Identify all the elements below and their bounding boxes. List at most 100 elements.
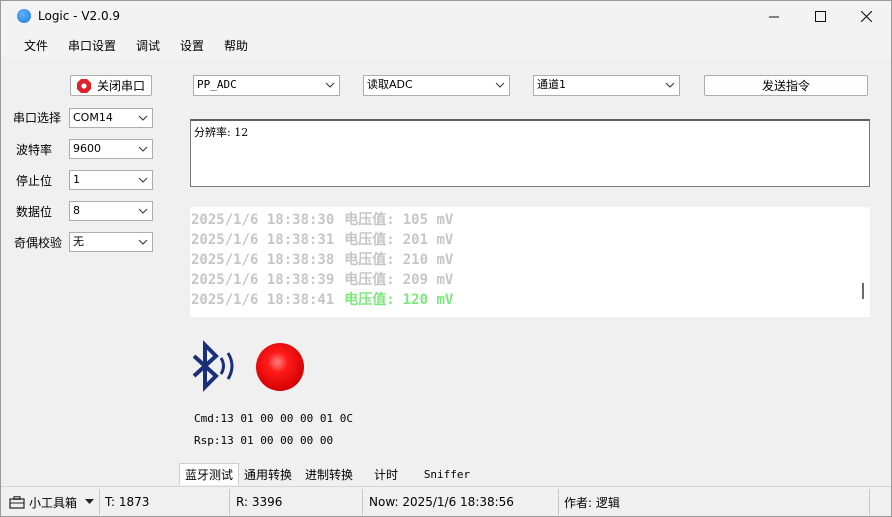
log-label: 电压值: [344,272,395,288]
status-led-icon [256,343,304,391]
tab-bluetooth-test[interactable]: 蓝牙测试 [179,463,239,485]
close-icon [860,11,872,22]
menu-help[interactable]: 帮助 [224,37,248,54]
data-bits-label: 数据位 [16,205,53,219]
log-row: 2025/1/6 18:38:31 电压值: 201 mV [190,230,856,250]
baud-select[interactable]: 9600 [69,139,153,159]
output-textbox[interactable]: 分辨率: 12 [190,119,870,187]
tab-sniffer[interactable]: Sniffer [414,463,480,485]
tab-label: 通用转换 [243,467,292,482]
toolbox-icon [9,495,25,509]
status-separator [869,489,870,515]
rx-count: R: 3396 [236,495,283,509]
log-label: 电压值: [344,292,395,308]
status-separator [558,489,559,515]
log-value: 105 mV [402,212,454,228]
log-label: 电压值: [344,232,395,248]
chevron-down-icon [325,76,335,94]
log-scrollbar[interactable] [856,207,870,317]
send-command-label: 发送指令 [761,79,810,93]
channel-value: 通道1 [537,78,566,91]
log-time: 2025/1/6 18:38:38 [191,252,335,268]
stop-bits-value: 1 [73,173,80,186]
log-time: 2025/1/6 18:38:39 [191,272,335,288]
baud-value: 9600 [73,142,101,155]
app-window: Logic - V2.0.9 文件 串口设置 调试 设置 帮助 关闭串口 串口选… [0,0,892,517]
device-value: PP_ADC [197,78,237,91]
parity-select[interactable]: 无 [69,232,153,252]
chevron-down-icon [138,171,148,189]
send-command-button[interactable]: 发送指令 [704,75,868,96]
close-window-button[interactable] [843,1,889,32]
status-bar: 小工具箱 T: 1873 R: 3396 Now: 2025/1/6 18:38… [1,486,891,516]
current-time: Now: 2025/1/6 18:38:56 [369,495,514,509]
chevron-down-icon [665,76,675,94]
status-separator [362,489,363,515]
menu-file[interactable]: 文件 [24,37,48,54]
toolbox-label: 小工具箱 [29,495,78,510]
parity-value: 无 [73,235,84,248]
maximize-button[interactable] [797,1,843,32]
chevron-down-icon [138,233,148,251]
stop-bits-select[interactable]: 1 [69,170,153,190]
menu-serial-settings[interactable]: 串口设置 [68,37,116,54]
data-bits-select[interactable]: 8 [69,201,153,221]
tab-timer[interactable]: 计时 [360,463,412,485]
cmd-text: Cmd:13 01 00 00 00 01 0C [194,412,353,425]
author-label: 作者: 逻辑 [564,495,620,510]
chevron-down-icon [138,202,148,220]
log-label: 电压值: [344,212,395,228]
output-text: 分辨率: 12 [194,126,249,139]
log-time: 2025/1/6 18:38:30 [191,212,335,228]
tab-base-convert[interactable]: 进制转换 [300,463,358,485]
device-select[interactable]: PP_ADC [193,75,340,96]
close-port-label: 关闭串口 [97,79,146,93]
status-separator [99,489,100,515]
log-label: 电压值: [344,252,395,268]
maximize-icon [814,11,826,22]
voltage-log[interactable]: 2025/1/6 18:38:30 电压值: 105 mV 2025/1/6 18:3… [190,207,856,317]
tab-label: 蓝牙测试 [184,468,233,482]
parity-label: 奇偶校验 [14,236,63,250]
stop-bits-label: 停止位 [16,174,53,188]
dropdown-arrow-icon [85,499,95,504]
log-time: 2025/1/6 18:38:41 [191,292,335,308]
tab-label: 计时 [373,467,398,482]
minimize-icon [769,16,779,17]
channel-select[interactable]: 通道1 [533,75,680,96]
port-value: COM14 [73,111,113,124]
log-row: 2025/1/6 18:38:30 电压值: 105 mV [190,210,856,230]
chevron-down-icon [495,76,505,94]
log-row: 2025/1/6 18:38:41 电压值: 120 mV [190,290,856,310]
window-title: Logic - V2.0.9 [38,9,121,23]
minimize-button[interactable] [751,1,797,32]
log-value: 201 mV [402,232,454,248]
status-separator [229,489,230,515]
app-icon [17,9,31,23]
log-value: 209 mV [402,272,454,288]
chevron-down-icon [138,109,148,127]
toolbox-dropdown[interactable]: 小工具箱 [9,491,95,513]
command-select[interactable]: 读取ADC [363,75,510,96]
log-value: 210 mV [402,252,454,268]
bluetooth-icon [192,340,234,392]
tab-general-convert[interactable]: 通用转换 [239,463,297,485]
baud-label: 波特率 [16,143,53,157]
tab-strip: 蓝牙测试 通用转换 进制转换 计时 Sniffer [176,463,891,485]
log-time: 2025/1/6 18:38:31 [191,232,335,248]
log-value: 120 mV [402,292,454,308]
scrollbar-thumb[interactable] [862,283,864,299]
log-row: 2025/1/6 18:38:39 电压值: 209 mV [190,270,856,290]
data-bits-value: 8 [73,204,80,217]
command-value: 读取ADC [367,78,413,91]
menu-bar: 文件 串口设置 调试 设置 帮助 [1,32,891,58]
close-port-button[interactable]: 关闭串口 [70,75,152,96]
title-bar: Logic - V2.0.9 [1,1,891,32]
menu-debug[interactable]: 调试 [136,37,160,54]
tab-label: 进制转换 [304,467,353,482]
port-select[interactable]: COM14 [69,108,153,128]
rsp-text: Rsp:13 01 00 00 00 00 [194,434,334,447]
menu-settings[interactable]: 设置 [180,37,204,54]
stop-icon [77,78,91,93]
chevron-down-icon [138,140,148,158]
